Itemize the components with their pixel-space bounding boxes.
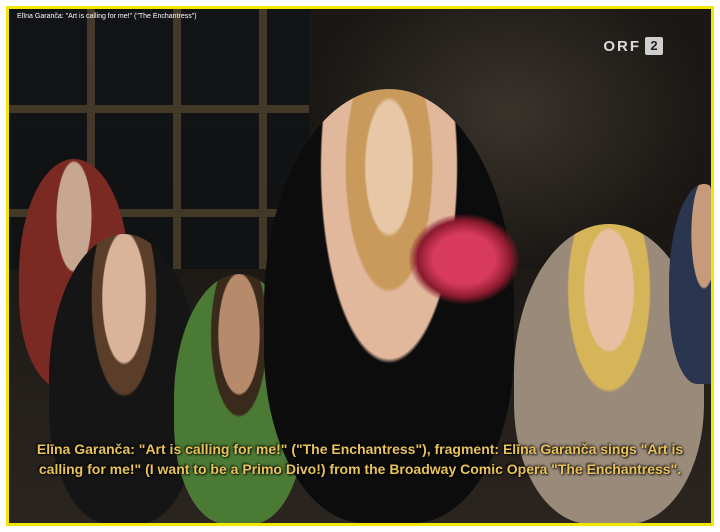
video-frame: Elīna Garanča: "Art is calling for me!" … xyxy=(6,6,714,526)
channel-logo: ORF 2 xyxy=(603,37,663,55)
video-title: Elīna Garanča: "Art is calling for me!" … xyxy=(17,13,197,20)
subtitle-caption: Elīna Garanča: "Art is calling for me!" … xyxy=(36,441,684,477)
channel-logo-text: ORF xyxy=(603,37,641,55)
red-feather-fan xyxy=(409,214,519,304)
channel-logo-number: 2 xyxy=(645,37,663,55)
video-still[interactable]: Elīna Garanča: "Art is calling for me!" … xyxy=(9,9,711,523)
